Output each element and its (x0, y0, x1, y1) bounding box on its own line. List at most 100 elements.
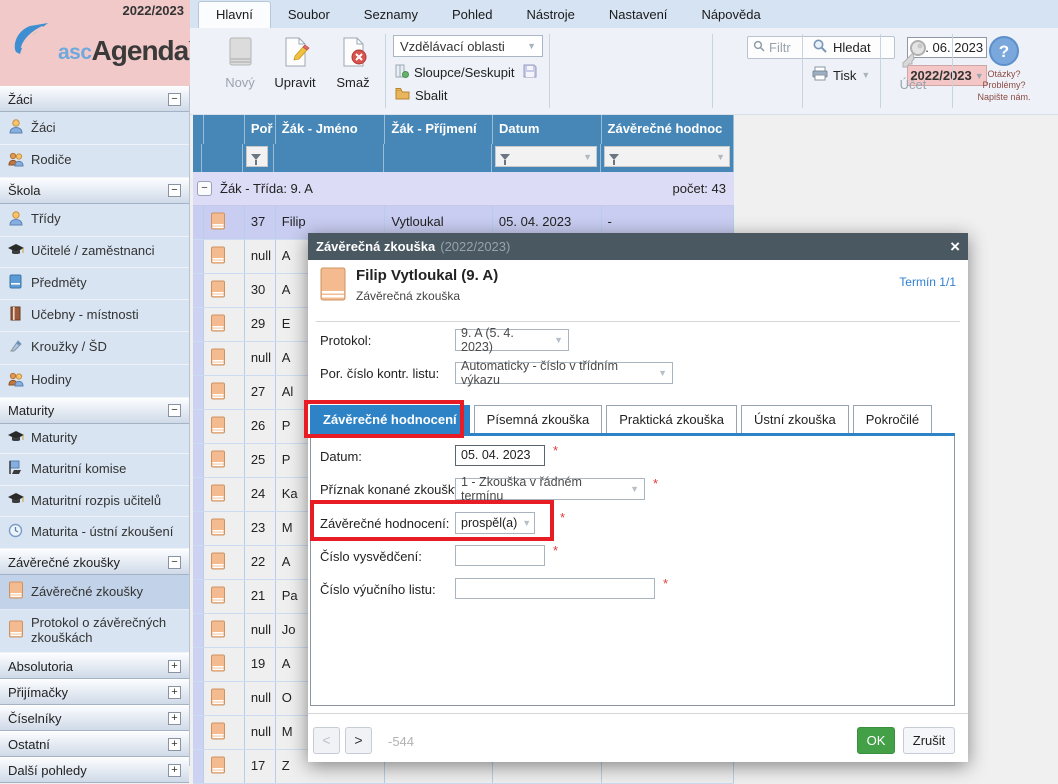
filter-cell[interactable]: ▼ (492, 144, 601, 172)
student-name: Filip Vytloukal (9. A) (356, 267, 498, 284)
ok-button[interactable]: OK (857, 727, 895, 754)
por-cislo-dropdown[interactable]: Automaticky - číslo v třídním výkazu▼ (455, 362, 673, 384)
section-label: Ostatní (8, 737, 50, 752)
table-cell (204, 614, 245, 647)
menu-tab-soubor[interactable]: Soubor (271, 2, 347, 28)
dialog-tab[interactable]: Praktická zkouška (606, 405, 737, 433)
menu-tab-nápověda[interactable]: Nápověda (684, 2, 777, 28)
next-record-button[interactable]: > (345, 727, 372, 754)
sidebar-item[interactable]: Rodiče (0, 145, 189, 178)
help-button[interactable]: ? Otázky?Problémy?Napište nám. (960, 36, 1048, 103)
menu-tab-seznamy[interactable]: Seznamy (347, 2, 435, 28)
delete-button[interactable]: Smaž (326, 36, 380, 90)
column-filter-dropdown[interactable]: ▼ (604, 146, 730, 167)
collapse-toggle-icon[interactable]: + (168, 686, 181, 699)
priznak-dropdown[interactable]: 1 - Zkouška v řádném termínu▼ (455, 478, 645, 500)
column-header[interactable]: Žák - Jméno (276, 115, 386, 144)
sidebar-section-header[interactable]: Další pohledy + (0, 757, 189, 783)
dialog-tab[interactable]: Pokročilé (853, 405, 932, 433)
sidebar-item[interactable]: Žáci (0, 112, 189, 145)
column-header[interactable]: Datum (493, 115, 602, 144)
table-cell (204, 512, 245, 545)
print-button[interactable]: Tisk ▼ (812, 66, 870, 84)
table-cell (193, 274, 204, 307)
sidebar-item[interactable]: Maturitní rozpis učitelů (0, 486, 189, 517)
sidebar-item[interactable]: Třídy (0, 204, 189, 237)
sidebar-section-header[interactable]: Absolutoria + (0, 653, 189, 679)
prev-record-button[interactable]: < (313, 727, 340, 754)
sidebar-item[interactable]: Maturita - ústní zkoušení (0, 517, 189, 549)
search-button[interactable]: Hledat (812, 38, 871, 57)
area-dropdown[interactable]: Vzdělávací oblasti ▼ (393, 35, 543, 57)
column-filter-dropdown[interactable]: ▼ (495, 146, 597, 167)
sidebar-item[interactable]: Předměty (0, 268, 189, 300)
book-orange-icon (210, 246, 226, 267)
sidebar-section-header[interactable]: Číselníky + (0, 705, 189, 731)
collapse-button[interactable]: Sbalit (395, 87, 448, 103)
account-button[interactable]: Účet (888, 38, 938, 92)
save-layout-icon[interactable] (523, 64, 537, 83)
collapse-toggle-icon[interactable]: − (168, 556, 181, 569)
menu-tab-hlavní[interactable]: Hlavní (198, 1, 271, 28)
edit-button[interactable]: Upravit (268, 36, 322, 90)
filter-cell[interactable]: ▼ (601, 144, 734, 172)
sidebar-item[interactable]: Maturity (0, 424, 189, 455)
sidebar-section-header[interactable]: Maturity − (0, 398, 189, 424)
term-link[interactable]: Termín 1/1 (899, 275, 956, 289)
column-header[interactable] (204, 115, 245, 144)
columns-group-button[interactable]: Sloupce/Seskupit (395, 64, 514, 81)
new-button[interactable]: Nový (213, 36, 267, 90)
menu-tab-pohled[interactable]: Pohled (435, 2, 509, 28)
table-filter-row: ▼▼ (193, 144, 734, 172)
sidebar-section-header[interactable]: Ostatní + (0, 731, 189, 757)
column-header[interactable]: Poř▲ (245, 115, 276, 144)
sidebar-item[interactable]: Učitelé / zaměstnanci (0, 237, 189, 268)
protokol-dropdown[interactable]: 9. A (5. 4. 2023)▼ (455, 329, 569, 351)
sidebar-section-header[interactable]: Škola − (0, 178, 189, 204)
dialog-tab[interactable]: Závěrečné hodnocení (310, 405, 470, 433)
table-cell: null (245, 716, 276, 749)
dialog-tab[interactable]: Písemná zkouška (474, 405, 603, 433)
group-label: Žák - Třída: 9. A (220, 181, 313, 196)
collapse-toggle-icon[interactable]: + (168, 660, 181, 673)
dialog-tab[interactable]: Ústní zkouška (741, 405, 849, 433)
menu-tab-nástroje[interactable]: Nástroje (509, 2, 591, 28)
menu-tab-nastavení[interactable]: Nastavení (592, 2, 685, 28)
datum-input[interactable]: 05. 04. 2023 (455, 445, 545, 466)
collapse-toggle-icon[interactable]: − (168, 404, 181, 417)
collapse-toggle-icon[interactable]: − (168, 93, 181, 106)
sidebar-item-label: Závěrečné zkoušky (31, 585, 143, 600)
sidebar-section-header[interactable]: Přijímačky + (0, 679, 189, 705)
final-exam-dialog: Závěrečná zkouška (2022/2023) × Filip Vy… (308, 233, 968, 762)
table-cell (204, 580, 245, 613)
close-icon[interactable]: × (950, 238, 960, 255)
column-header[interactable] (193, 115, 204, 144)
group-collapse-button[interactable]: − (197, 181, 212, 196)
cancel-button[interactable]: Zrušit (903, 727, 955, 754)
required-marker: * (653, 476, 658, 491)
sidebar-item[interactable]: Maturitní komise (0, 454, 189, 486)
dialog-titlebar[interactable]: Závěrečná zkouška (2022/2023) × (308, 233, 968, 260)
filter-cell[interactable] (243, 144, 274, 172)
sidebar-item[interactable]: Závěrečné zkoušky (0, 575, 189, 610)
column-header[interactable]: Žák - Příjmení (385, 115, 493, 144)
collapse-toggle-icon[interactable]: + (168, 712, 181, 725)
vyucni-input[interactable] (455, 578, 655, 599)
chevron-down-icon: ▼ (653, 368, 667, 378)
sidebar-item[interactable]: Kroužky / ŠD (0, 332, 189, 365)
book-orange-icon (210, 756, 226, 777)
column-header[interactable]: Závěrečné hodnoc (602, 115, 734, 144)
vysvedceni-input[interactable] (455, 545, 545, 566)
sidebar-section-header[interactable]: Žáci − (0, 86, 189, 112)
sidebar-item[interactable]: Učebny - místnosti (0, 300, 189, 332)
table-cell (193, 478, 204, 511)
sidebar-item[interactable]: Hodiny (0, 365, 189, 398)
vysvedceni-label: Číslo vysvědčení: (320, 549, 422, 564)
table-cell (204, 376, 245, 409)
collapse-toggle-icon[interactable]: − (168, 184, 181, 197)
sidebar-section-header[interactable]: Závěrečné zkoušky − (0, 549, 189, 575)
column-filter-button[interactable] (246, 146, 268, 167)
hodnoceni-dropdown[interactable]: prospěl(a)▼ (455, 512, 535, 534)
sidebar-item[interactable]: Protokol o závěrečných zkouškách (0, 610, 189, 653)
collapse-toggle-icon[interactable]: + (168, 738, 181, 751)
